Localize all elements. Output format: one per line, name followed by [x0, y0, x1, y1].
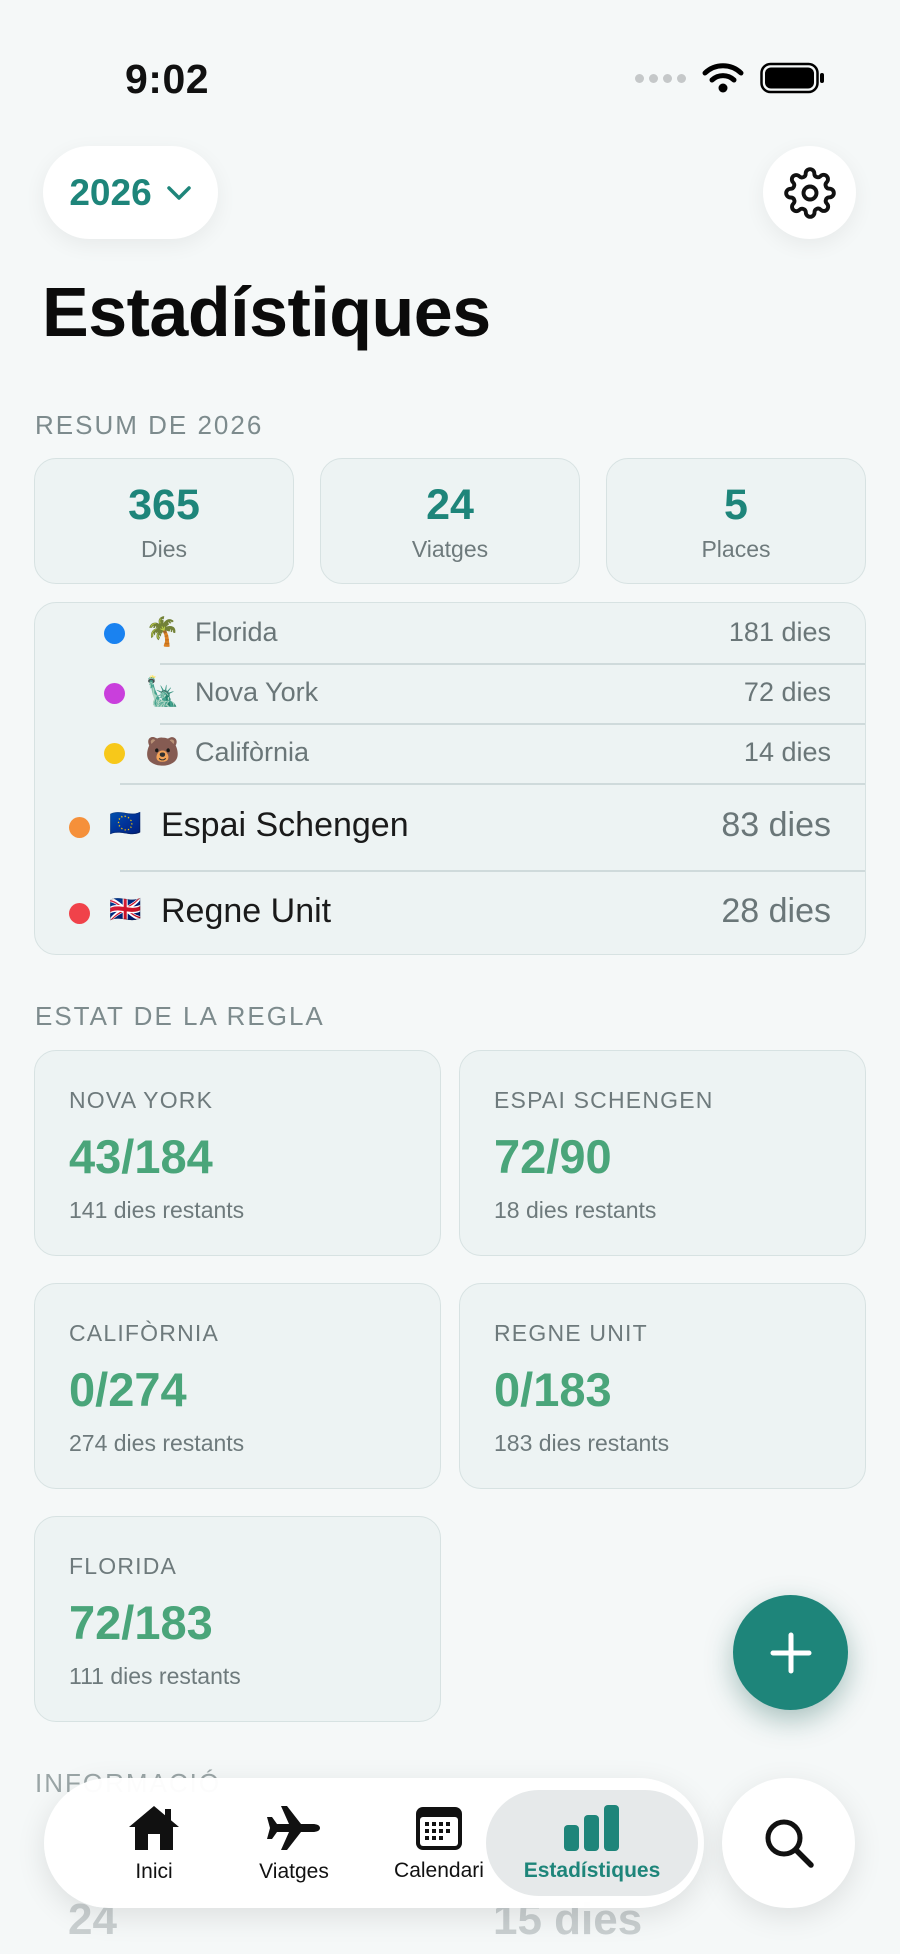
rule-remaining: 111 dies restants: [69, 1663, 241, 1689]
place-name: Califòrnia: [195, 737, 310, 767]
tab-label: Viatges: [259, 1860, 329, 1883]
cellular-signal-icon: [635, 73, 686, 83]
rule-card-california[interactable]: CALIFÒRNIA 0/274 274 dies restants: [34, 1283, 441, 1489]
summary-label: Places: [701, 536, 771, 562]
summary-card-trips: 24 Viatges: [320, 458, 580, 584]
rule-value: 72/183: [69, 1596, 213, 1649]
eu-flag-icon: 🇪🇺: [109, 808, 142, 838]
page-title: Estadístiques: [42, 273, 491, 351]
settings-button[interactable]: [763, 146, 856, 239]
tab-inici[interactable]: Inici: [84, 1778, 224, 1908]
summary-section-header: RESUM DE 2026: [35, 410, 264, 440]
status-icons: [635, 62, 826, 94]
rule-name: NOVA YORK: [69, 1087, 214, 1113]
place-color-dot: [104, 683, 125, 704]
rules-section-header: ESTAT DE LA REGLA: [35, 1001, 325, 1031]
rule-value: 0/183: [494, 1363, 612, 1416]
place-color-dot: [69, 817, 90, 838]
gear-icon: [783, 166, 836, 219]
place-days: 72 dies: [743, 677, 831, 707]
wifi-icon: [702, 63, 744, 93]
tab-label: Inici: [135, 1860, 173, 1883]
year-selector[interactable]: 2026: [43, 146, 218, 239]
tab-label: Estadístiques: [523, 1859, 661, 1882]
tab-bar: Inici Viatges Calendari Estadístiques: [44, 1778, 704, 1908]
rule-card-regne-unit[interactable]: REGNE UNIT 0/183 183 dies restants: [459, 1283, 866, 1489]
place-color-dot: [104, 743, 125, 764]
place-days: 181 dies: [728, 617, 831, 647]
battery-icon: [760, 62, 824, 94]
places-list: 🌴 Florida 181 dies 🗽 Nova York 72 dies 🐻…: [34, 602, 866, 955]
add-button[interactable]: [733, 1595, 848, 1710]
place-row-california[interactable]: 🐻 Califòrnia 14 dies: [35, 724, 865, 783]
rule-remaining: 18 dies restants: [494, 1197, 657, 1223]
place-color-dot: [69, 903, 90, 924]
place-row-espai-schengen[interactable]: 🇪🇺 Espai Schengen 83 dies: [35, 784, 865, 869]
bar-chart-icon: [564, 1805, 619, 1851]
place-name: Nova York: [195, 677, 319, 707]
rule-card-espai-schengen[interactable]: ESPAI SCHENGEN 72/90 18 dies restants: [459, 1050, 866, 1256]
house-icon: [129, 1806, 179, 1850]
tab-viatges[interactable]: Viatges: [224, 1778, 364, 1908]
rule-name: FLORIDA: [69, 1553, 178, 1579]
rule-name: CALIFÒRNIA: [69, 1320, 220, 1346]
screen: 9:02 2026 Estadístiques RESUM DE 2026 36…: [0, 0, 900, 1954]
summary-label: Viatges: [411, 536, 489, 562]
plus-icon: [770, 1632, 811, 1673]
rule-value: 72/90: [494, 1130, 612, 1183]
place-color-dot: [104, 623, 125, 644]
airplane-icon: [267, 1806, 320, 1850]
rule-remaining: 183 dies restants: [494, 1430, 670, 1456]
uk-flag-icon: 🇬🇧: [109, 894, 142, 924]
place-row-florida[interactable]: 🌴 Florida 181 dies: [35, 603, 865, 663]
place-name: Regne Unit: [161, 892, 332, 930]
summary-label: Dies: [140, 536, 187, 562]
rule-remaining: 274 dies restants: [69, 1430, 245, 1456]
place-name: Florida: [195, 617, 278, 647]
tab-label: Calendari: [394, 1859, 484, 1882]
tab-estadistiques[interactable]: Estadístiques: [486, 1778, 698, 1908]
rule-value: 43/184: [69, 1130, 213, 1183]
rule-name: ESPAI SCHENGEN: [494, 1087, 714, 1113]
rule-name: REGNE UNIT: [494, 1320, 648, 1346]
rule-value: 0/274: [69, 1363, 187, 1416]
statue-of-liberty-icon: 🗽: [145, 676, 180, 707]
place-days: 83 dies: [721, 806, 831, 844]
rule-card-florida[interactable]: FLORIDA 72/183 111 dies restants: [34, 1516, 441, 1722]
summary-card-days: 365 Dies: [34, 458, 294, 584]
summary-value: 365: [128, 481, 200, 529]
summary-card-places: 5 Places: [606, 458, 866, 584]
place-days: 14 dies: [743, 737, 831, 767]
search-button[interactable]: [722, 1778, 855, 1908]
place-days: 28 dies: [721, 892, 831, 930]
calendar-icon: [416, 1807, 462, 1850]
year-label: 2026: [69, 171, 152, 213]
summary-value: 5: [724, 481, 748, 529]
place-name: Espai Schengen: [161, 806, 409, 844]
summary-value: 24: [426, 481, 474, 529]
rule-remaining: 141 dies restants: [69, 1197, 245, 1223]
rule-card-nova-york[interactable]: NOVA YORK 43/184 141 dies restants: [34, 1050, 441, 1256]
palm-tree-icon: 🌴: [145, 616, 180, 647]
place-row-nova-york[interactable]: 🗽 Nova York 72 dies: [35, 664, 865, 723]
place-row-regne-unit[interactable]: 🇬🇧 Regne Unit 28 dies: [35, 871, 865, 954]
chevron-down-icon: [166, 185, 191, 200]
search-icon: [765, 1819, 814, 1868]
status-time: 9:02: [125, 56, 210, 102]
bear-icon: 🐻: [145, 736, 180, 767]
